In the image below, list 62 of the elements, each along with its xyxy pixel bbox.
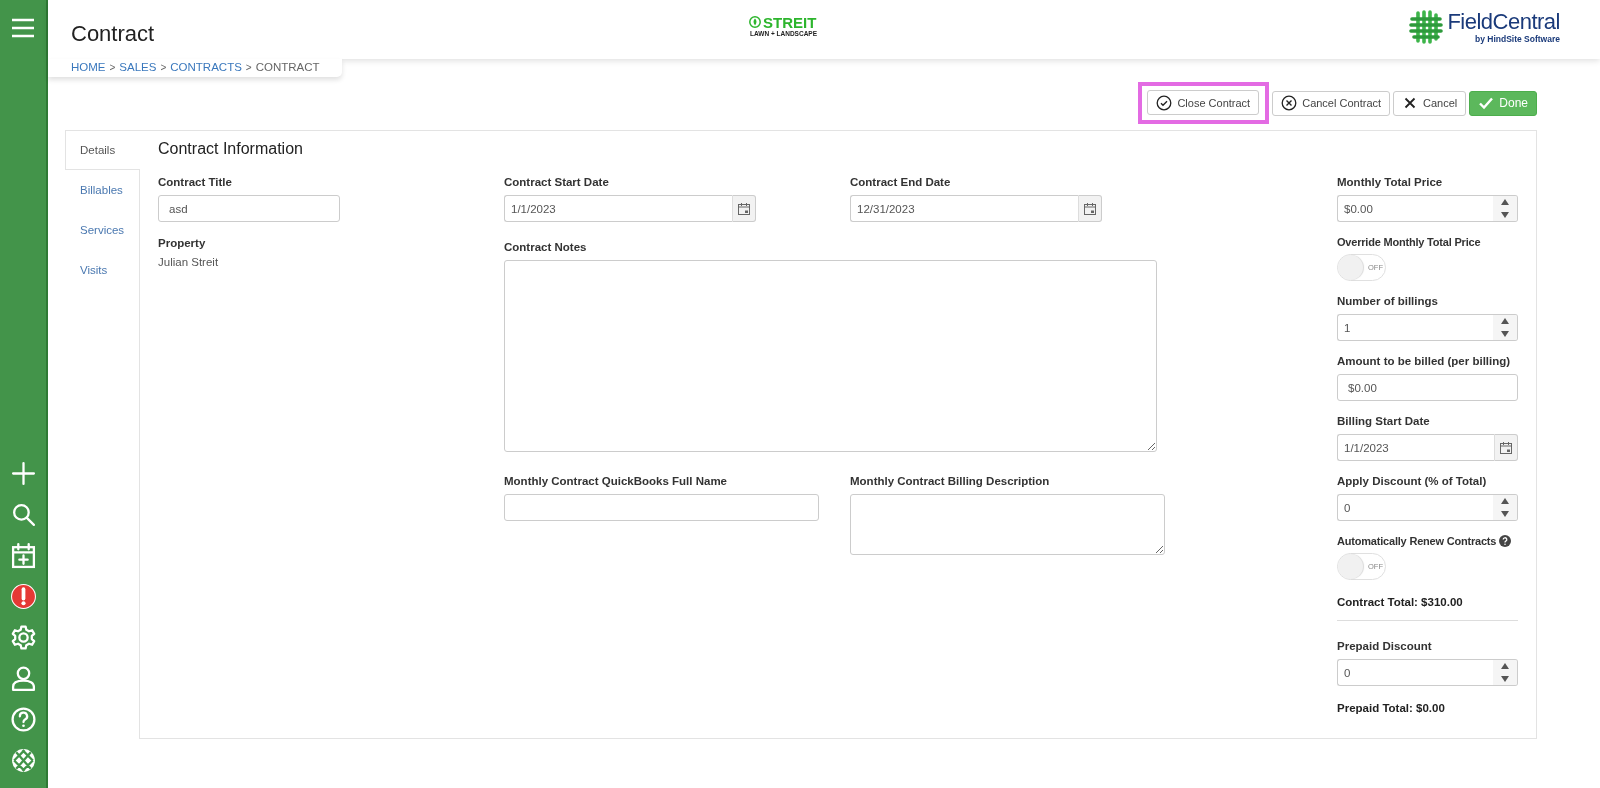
field-label: Property: [158, 236, 207, 250]
tab[interactable]: Services: [65, 210, 140, 250]
calendar-add-icon[interactable]: [9, 542, 37, 569]
tab[interactable]: Details: [65, 130, 140, 170]
field-label: Billing Start Date: [1337, 414, 1431, 428]
breadcrumb-current: CONTRACT: [255, 61, 320, 73]
field-label: Contract End Date: [850, 175, 952, 189]
total-text: Prepaid Total: $0.00: [1337, 702, 1446, 714]
property-value: Julian Streit: [158, 256, 220, 268]
text-field[interactable]: [504, 494, 819, 521]
user-icon[interactable]: [9, 665, 37, 692]
calendar-icon: [737, 201, 751, 216]
lattice-logo-icon: [1409, 9, 1444, 44]
tab[interactable]: Billables: [65, 170, 140, 210]
close-circle-icon: [1281, 95, 1298, 111]
field-label: Automatically Renew Contracts: [1337, 534, 1497, 548]
tab[interactable]: Visits: [65, 250, 140, 290]
breadcrumb-link[interactable]: SALES: [119, 61, 157, 73]
section-title: Contract Information: [158, 140, 304, 158]
menu-icon[interactable]: [11, 18, 35, 38]
breadcrumb-link[interactable]: CONTRACTS: [170, 61, 242, 73]
alert-icon[interactable]: [9, 583, 37, 610]
cancel-contract-button[interactable]: Cancel Contract: [1272, 90, 1391, 116]
brand-tagline: by HindSite Software: [1475, 33, 1560, 44]
field-label: Number of billings: [1337, 294, 1439, 308]
breadcrumb-separator: >: [160, 61, 167, 73]
field-label: Prepaid Discount: [1337, 639, 1433, 653]
field-label: Contract Title: [158, 175, 233, 189]
calendar-button[interactable]: [1078, 195, 1102, 222]
brand-name: FieldCentral: [1447, 9, 1560, 34]
breadcrumb-separator: >: [245, 61, 252, 73]
date-field[interactable]: 12/31/2023: [850, 195, 1078, 222]
add-icon[interactable]: [9, 460, 37, 487]
total-text: Contract Total: $310.00: [1337, 596, 1464, 608]
field-label: Monthly Contract Billing Description: [850, 474, 1051, 488]
field-label: Override Monthly Total Price: [1337, 235, 1481, 249]
check-circle-icon: [1156, 94, 1173, 111]
breadcrumb-link[interactable]: HOME: [71, 61, 106, 73]
text-field[interactable]: asd: [158, 195, 340, 222]
field-label: Monthly Contract QuickBooks Full Name: [504, 474, 728, 488]
cancel-button[interactable]: Cancel: [1393, 90, 1467, 116]
date-field[interactable]: 1/1/2023: [504, 195, 732, 222]
calendar-button[interactable]: [1494, 434, 1518, 461]
leaf-icon: [749, 16, 761, 28]
woven-ball-icon[interactable]: [9, 747, 37, 774]
calendar-icon: [1083, 201, 1097, 216]
calendar-icon: [1499, 440, 1513, 455]
field-label: Contract Notes: [504, 240, 588, 254]
field-label: Apply Discount (% of Total): [1337, 474, 1488, 488]
close-contract-button[interactable]: Close Contract: [1147, 90, 1260, 115]
breadcrumb-separator: >: [109, 61, 116, 73]
field-label: Contract Start Date: [504, 175, 610, 189]
text-field[interactable]: $0.00: [1337, 374, 1518, 401]
calendar-button[interactable]: [732, 195, 756, 222]
logo-text: STREIT: [763, 14, 817, 30]
settings-icon[interactable]: [9, 624, 37, 651]
check-icon: [1478, 95, 1495, 111]
date-field[interactable]: 1/1/2023: [1337, 434, 1494, 461]
help-icon[interactable]: [1499, 535, 1512, 547]
field-label: Amount to be billed (per billing): [1337, 354, 1512, 368]
field-label: Monthly Total Price: [1337, 175, 1444, 189]
page-title: Contract: [71, 19, 156, 47]
